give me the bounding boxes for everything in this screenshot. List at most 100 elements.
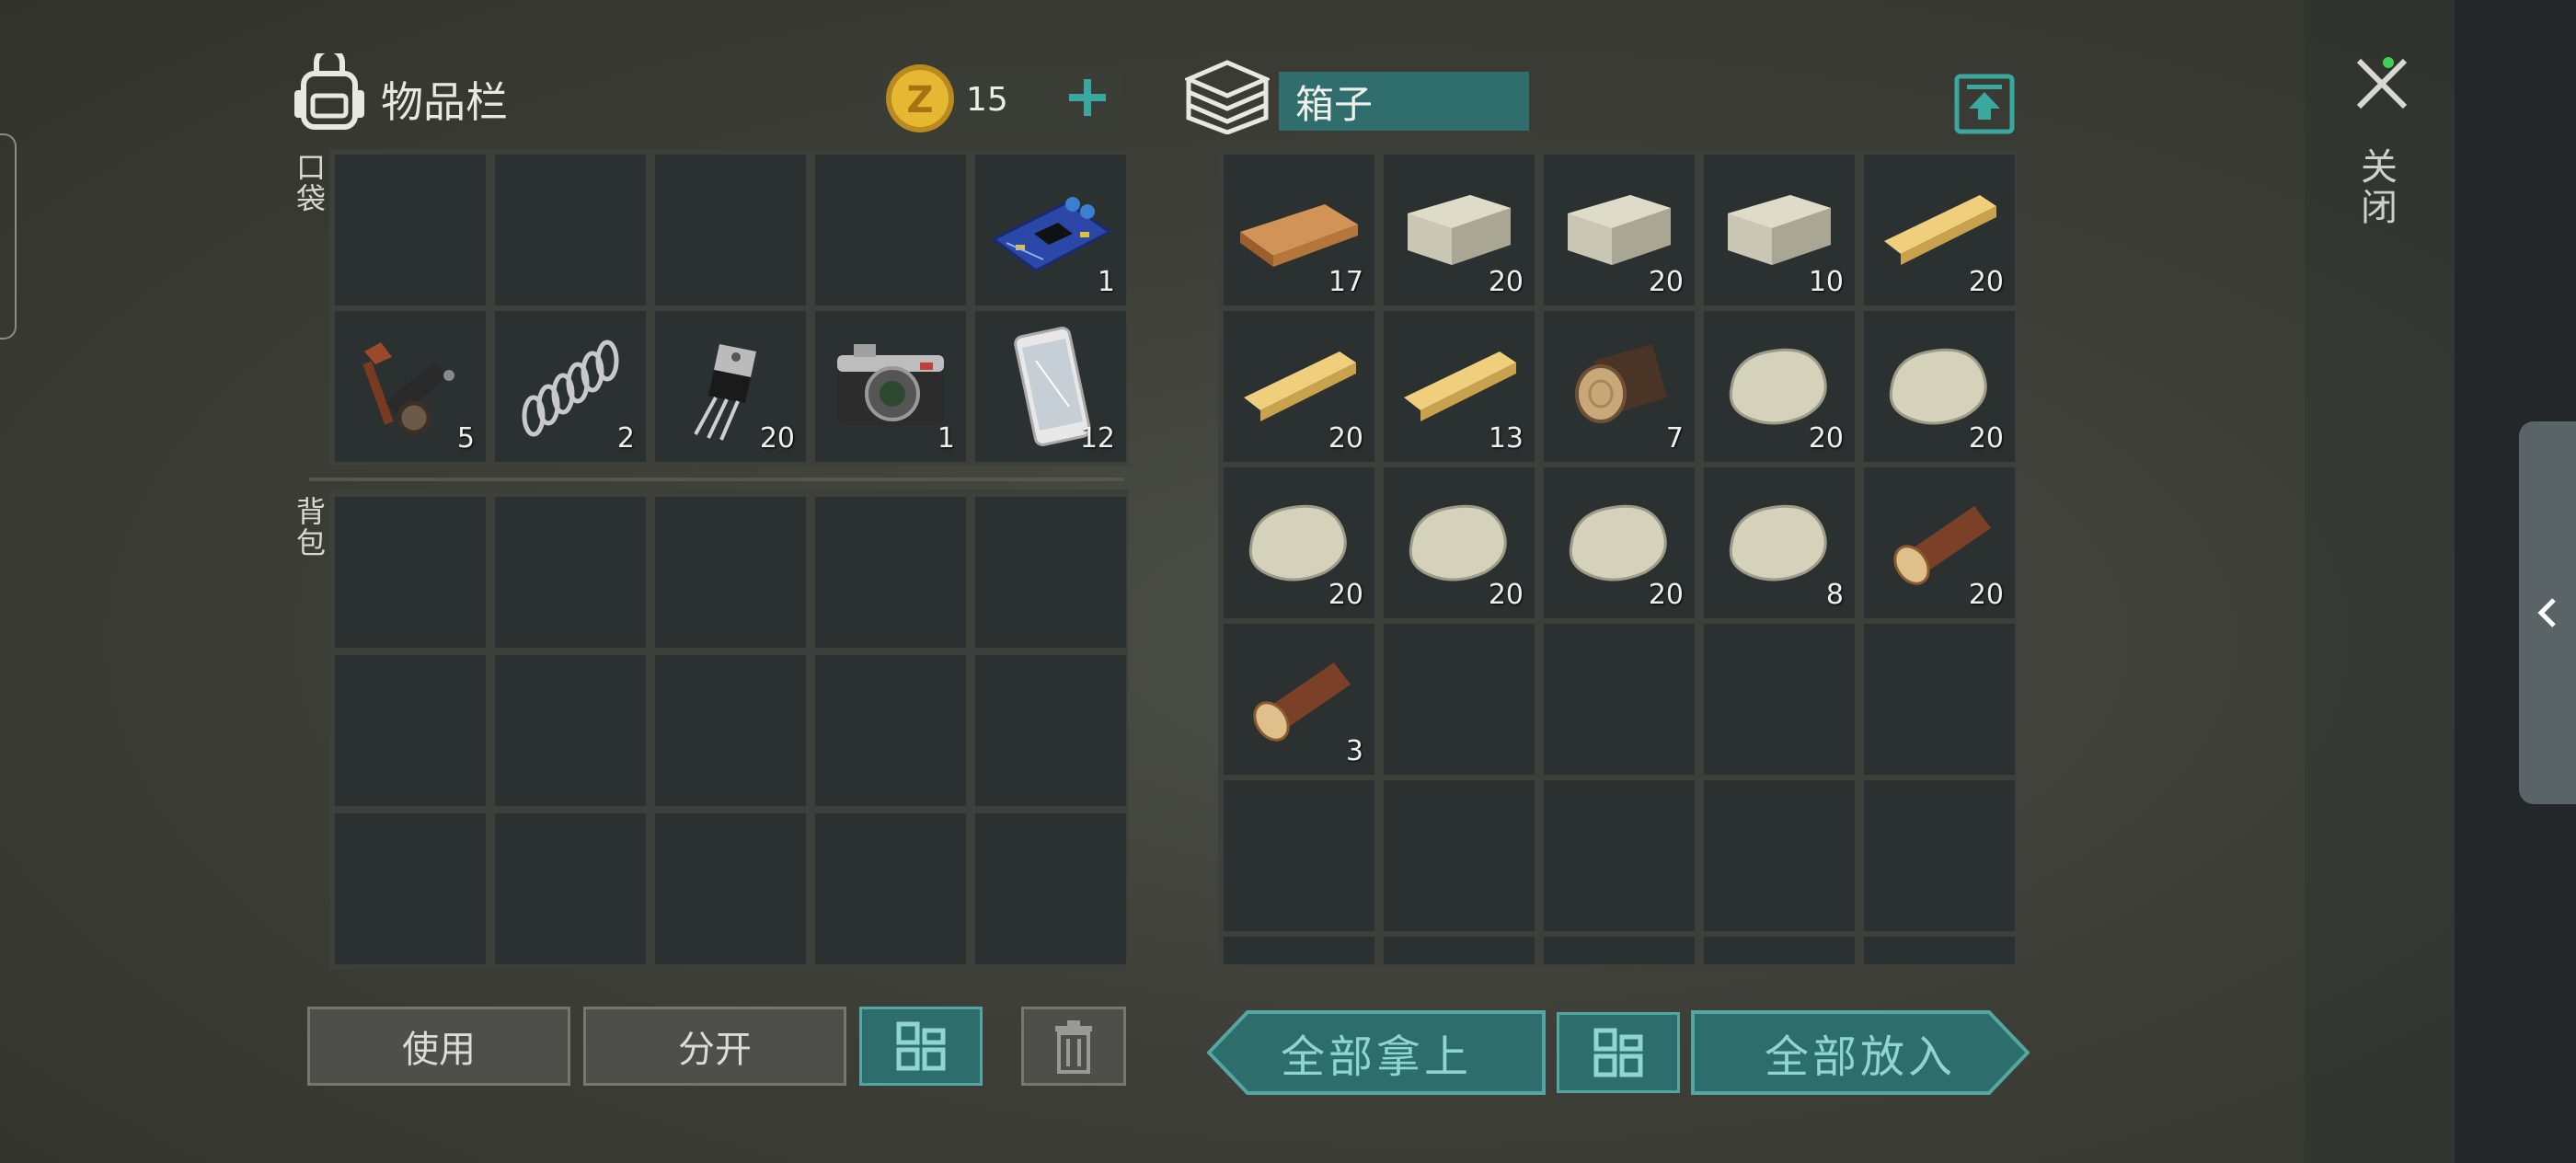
chest-slot-20[interactable] — [1864, 624, 2015, 775]
chest-slot-15[interactable]: 20 — [1864, 467, 2015, 618]
item-count: 13 — [1488, 422, 1524, 455]
chest-slot-26[interactable] — [1224, 937, 1374, 964]
pocket-slot-8[interactable]: 20 — [655, 311, 806, 462]
chest-slot-6[interactable]: 20 — [1224, 311, 1374, 462]
circuit-board-icon — [991, 197, 1112, 272]
chest-slot-19[interactable] — [1704, 624, 1855, 775]
chevron-left-icon — [2537, 598, 2556, 628]
chest-slot-13[interactable]: 20 — [1544, 467, 1695, 618]
chest-slot-4[interactable]: 10 — [1704, 155, 1855, 305]
split-button[interactable]: 分开 — [583, 1007, 846, 1086]
chest-slot-17[interactable] — [1384, 624, 1535, 775]
pocket-slot-3[interactable] — [655, 155, 806, 305]
backpack-icon — [293, 47, 366, 134]
backpack-label: 背包 — [296, 494, 327, 560]
item-count: 1 — [1097, 266, 1115, 298]
chest-slot-21[interactable] — [1224, 780, 1374, 931]
chest-slot-24[interactable] — [1704, 780, 1855, 931]
pocket-slot-2[interactable] — [495, 155, 646, 305]
side-drawer-handle[interactable] — [2519, 421, 2576, 804]
pocket-slot-5[interactable]: 1 — [975, 155, 1126, 305]
grid-sort-icon — [896, 1021, 946, 1071]
backpack-slot[interactable] — [495, 813, 646, 964]
chest-slot-23[interactable] — [1544, 780, 1695, 931]
chest-slot-14[interactable]: 8 — [1704, 467, 1855, 618]
item-count: 20 — [1968, 266, 2004, 298]
close-label[interactable]: 关闭 — [2361, 147, 2401, 228]
item-count: 20 — [1488, 579, 1524, 611]
upload-button[interactable] — [1954, 74, 2015, 138]
chest-slot-2[interactable]: 20 — [1384, 155, 1535, 305]
status-dot — [2383, 57, 2394, 68]
sort-inventory-button[interactable] — [859, 1007, 983, 1086]
sort-chest-button[interactable] — [1557, 1012, 1680, 1093]
item-count: 17 — [1328, 266, 1363, 298]
put-all-label: 全部放入 — [1764, 1031, 1956, 1083]
take-all-button[interactable]: 全部拿上 — [1207, 1010, 1546, 1095]
pocket-slot-1[interactable] — [335, 155, 486, 305]
item-count: 3 — [1345, 735, 1363, 767]
pocket-slot-4[interactable] — [815, 155, 966, 305]
item-count: 20 — [1328, 422, 1363, 455]
chest-slot-7[interactable]: 13 — [1384, 311, 1535, 462]
backpack-slot[interactable] — [335, 655, 486, 806]
item-count: 20 — [1488, 266, 1524, 298]
chest-slot-18[interactable] — [1544, 624, 1695, 775]
chest-slot-5[interactable]: 20 — [1864, 155, 2015, 305]
backpack-slot[interactable] — [335, 497, 486, 648]
backpack-slot[interactable] — [975, 655, 1126, 806]
backpack-slot[interactable] — [655, 655, 806, 806]
spring-icon — [522, 340, 619, 437]
backpack-slot[interactable] — [815, 813, 966, 964]
chest-slot-22[interactable] — [1384, 780, 1535, 931]
add-coins-button[interactable] — [1067, 77, 1108, 121]
backpack-slot[interactable] — [655, 813, 806, 964]
backpack-slot[interactable] — [495, 655, 646, 806]
chest-slot-16[interactable]: 3 — [1224, 624, 1374, 775]
trash-button[interactable] — [1021, 1007, 1126, 1086]
plus-icon — [1069, 79, 1106, 116]
item-count: 20 — [1328, 579, 1363, 611]
chest-slot-28[interactable] — [1544, 937, 1695, 964]
chest-slot-9[interactable]: 20 — [1704, 311, 1855, 462]
backpack-slot[interactable] — [975, 813, 1126, 964]
chest-slot-29[interactable] — [1704, 937, 1855, 964]
use-button[interactable]: 使用 — [307, 1007, 570, 1086]
item-count: 10 — [1808, 266, 1844, 298]
chest-title[interactable]: 箱子 — [1279, 72, 1529, 131]
item-count: 12 — [1079, 422, 1115, 455]
chest-slot-12[interactable]: 20 — [1384, 467, 1535, 618]
item-count: 8 — [1825, 579, 1844, 611]
backpack-slot[interactable] — [975, 497, 1126, 648]
pocket-slot-6[interactable]: 5 — [335, 311, 486, 462]
chest-slot-25[interactable] — [1864, 780, 2015, 931]
grid-sort-icon — [1593, 1028, 1643, 1077]
chest-slot-1[interactable]: 17 — [1224, 155, 1374, 305]
pocket-slot-7[interactable]: 2 — [495, 311, 646, 462]
item-count: 20 — [1968, 579, 2004, 611]
backpack-slot[interactable] — [815, 655, 966, 806]
item-count: 5 — [456, 422, 475, 455]
chest-slot-3[interactable]: 20 — [1544, 155, 1695, 305]
chest-slot-27[interactable] — [1384, 937, 1535, 964]
close-button[interactable] — [2353, 55, 2410, 116]
backpack-slot[interactable] — [655, 497, 806, 648]
chest-slot-30[interactable] — [1864, 937, 2015, 964]
section-divider — [309, 478, 1124, 481]
inventory-title: 物品栏 — [381, 77, 508, 127]
put-all-button[interactable]: 全部放入 — [1691, 1010, 2030, 1095]
trash-icon — [1055, 1020, 1092, 1074]
backpack-slot[interactable] — [335, 813, 486, 964]
backpack-slot[interactable] — [495, 497, 646, 648]
close-icon — [2356, 58, 2408, 109]
left-edge-tab[interactable] — [0, 133, 17, 340]
pocket-slot-10[interactable]: 12 — [975, 311, 1126, 462]
chest-slot-11[interactable]: 20 — [1224, 467, 1374, 618]
backpack-slot[interactable] — [815, 497, 966, 648]
chest-slot-10[interactable]: 20 — [1864, 311, 2015, 462]
log-dark-icon — [1575, 344, 1667, 423]
chest-icon — [1182, 59, 1272, 138]
pocket-slot-9[interactable]: 1 — [815, 311, 966, 462]
camera-icon — [837, 344, 944, 425]
chest-slot-8[interactable]: 7 — [1544, 311, 1695, 462]
